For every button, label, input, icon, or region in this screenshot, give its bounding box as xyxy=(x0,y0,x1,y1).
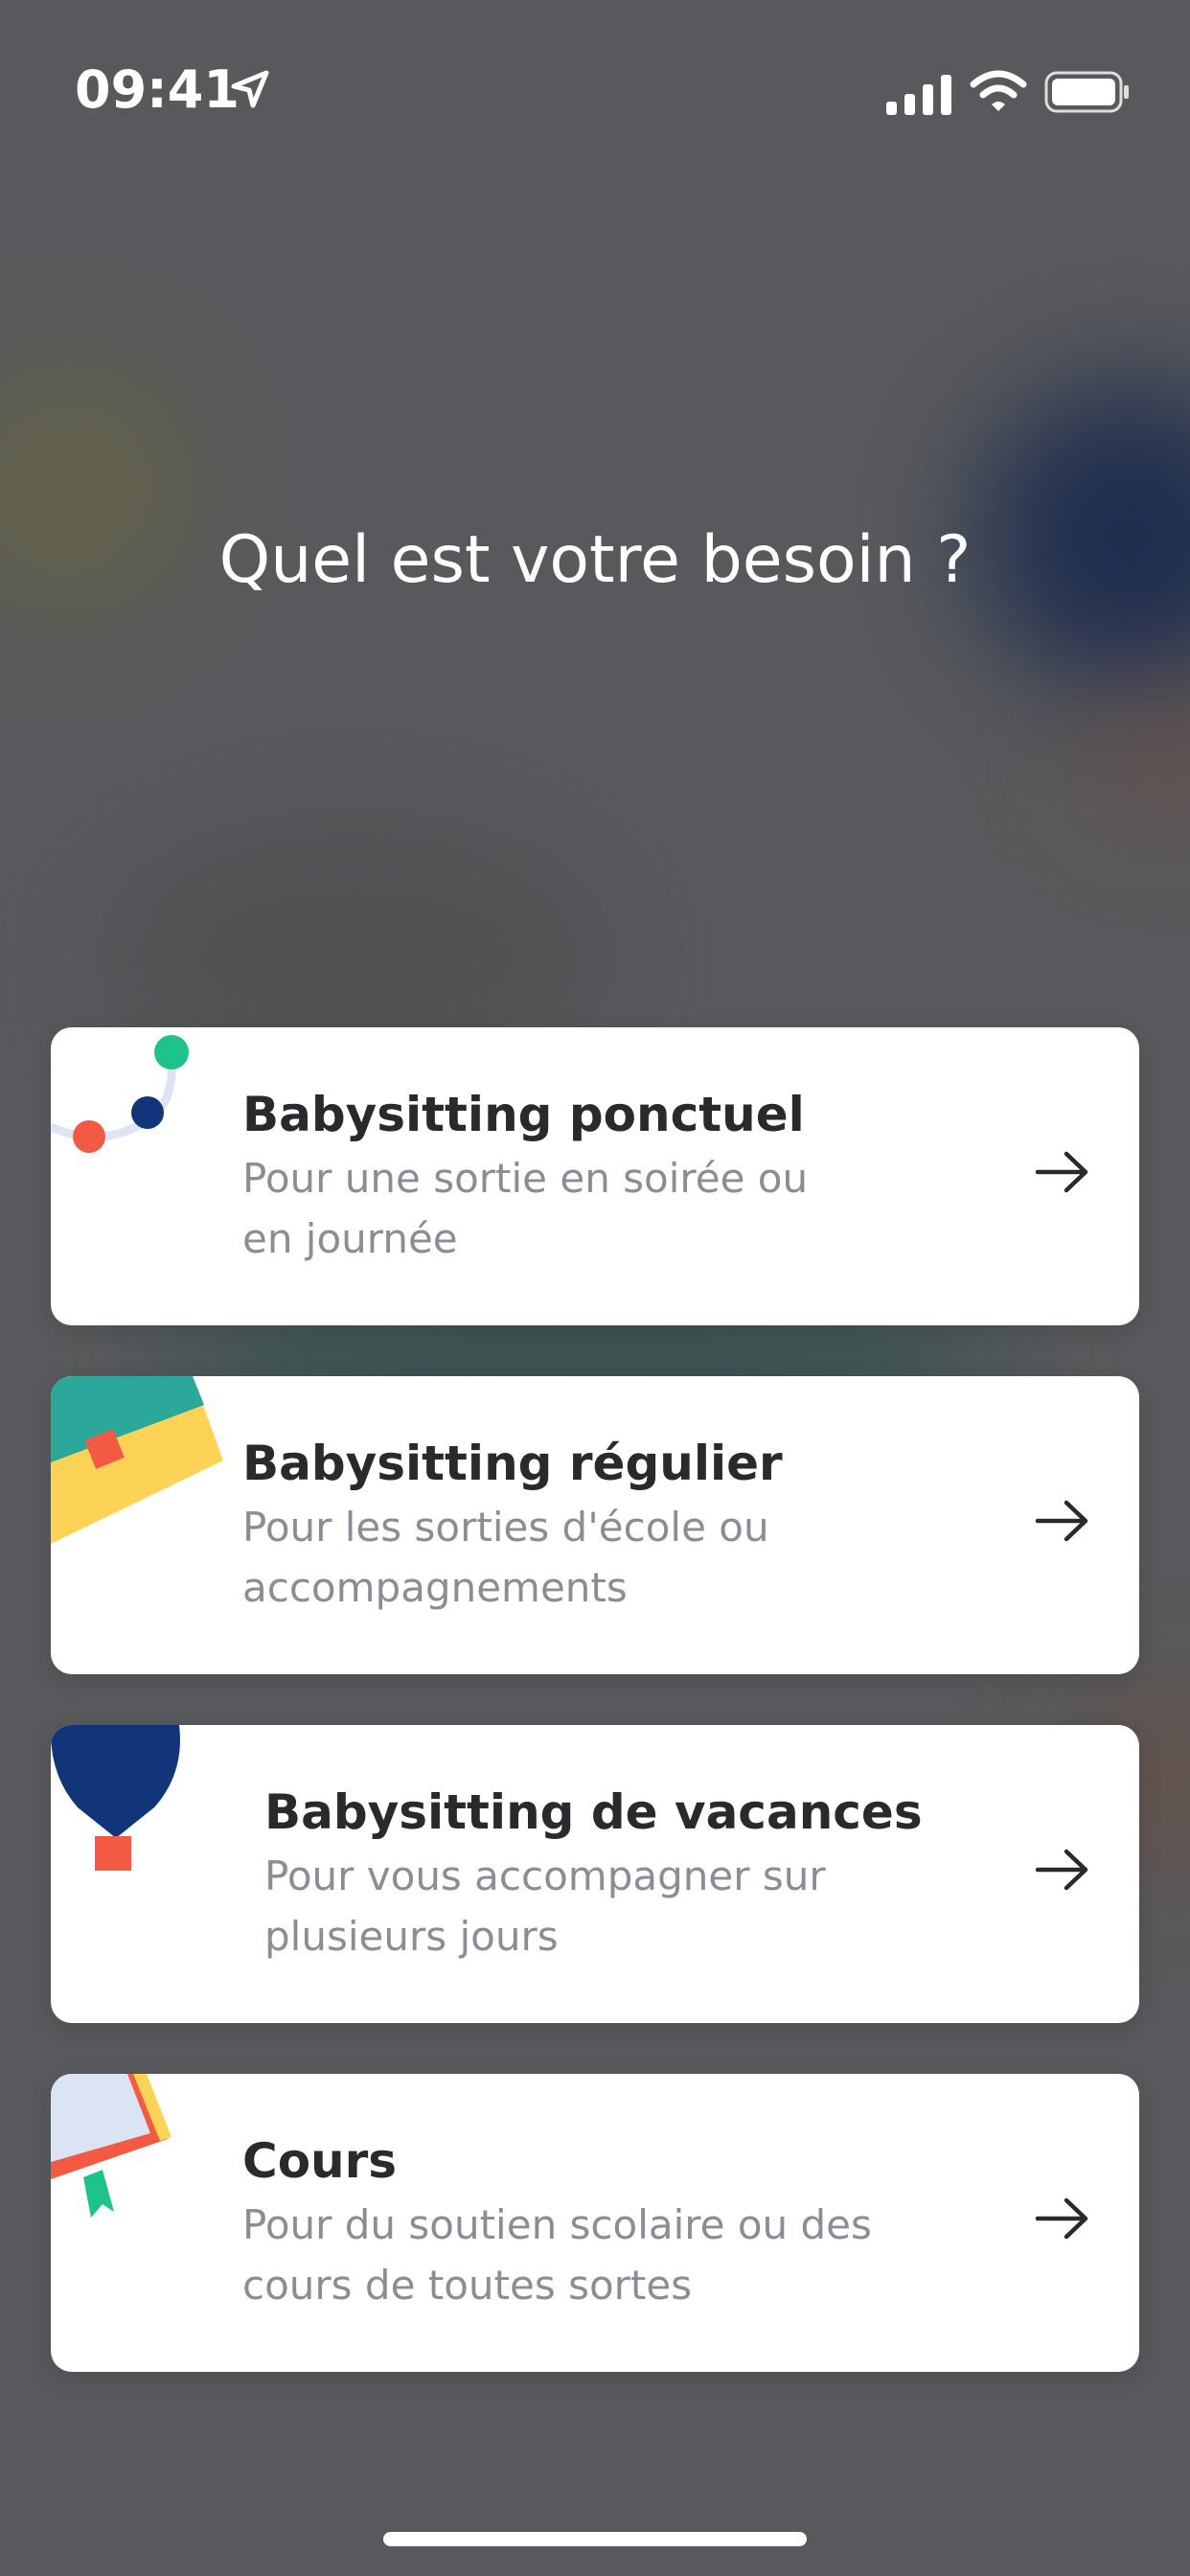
dots-timeline-icon xyxy=(51,1027,242,1184)
card-text: Cours Pour du soutien scolaire ou des co… xyxy=(242,2131,971,2315)
cellular-signal-icon xyxy=(886,75,951,119)
card-description-line-1: Pour vous accompagner sur xyxy=(264,1852,826,1899)
card-title: Babysitting régulier xyxy=(242,1436,783,1491)
status-bar: 09:41 xyxy=(0,0,1190,192)
option-card-ponctuel[interactable]: Babysitting ponctuel Pour une sortie en … xyxy=(51,1027,1139,1325)
card-title: Babysitting ponctuel xyxy=(242,1087,805,1142)
option-card-vacances[interactable]: Babysitting de vacances Pour vous accomp… xyxy=(51,1725,1139,2023)
background-blob xyxy=(1073,690,1190,824)
arrow-right-icon xyxy=(1034,1846,1091,1898)
arrow-right-icon xyxy=(1034,1497,1091,1549)
arrow-right-icon xyxy=(1034,1148,1091,1200)
card-description-line-2: plusieurs jours xyxy=(264,1913,559,1960)
card-description-line-2: cours de toutes sortes xyxy=(242,2262,693,2309)
card-description-line-1: Pour une sortie en soirée ou xyxy=(242,1155,809,1202)
location-arrow-icon xyxy=(228,67,272,115)
wifi-icon xyxy=(970,69,1027,117)
page-title: Quel est votre besoin ? xyxy=(218,522,972,598)
card-text: Babysitting de vacances Pour vous accomp… xyxy=(264,1782,993,1966)
option-card-cours[interactable]: Cours Pour du soutien scolaire ou des co… xyxy=(51,2074,1139,2372)
card-description-line-2: en journée xyxy=(242,1215,458,1262)
card-description-line-1: Pour du soutien scolaire ou des xyxy=(242,2201,872,2248)
card-text: Babysitting régulier Pour les sorties d'… xyxy=(242,1434,971,1618)
card-title: Babysitting de vacances xyxy=(264,1784,923,1840)
option-card-regulier[interactable]: Babysitting régulier Pour les sorties d'… xyxy=(51,1376,1139,1674)
status-time: 09:41 xyxy=(75,59,240,120)
calendar-icon xyxy=(51,1376,242,1552)
battery-icon xyxy=(1044,71,1131,117)
arrow-right-icon xyxy=(1034,2195,1091,2246)
card-description-line-2: accompagnements xyxy=(242,1564,628,1611)
home-indicator[interactable] xyxy=(383,2532,807,2546)
hot-air-balloon-icon xyxy=(51,1725,242,1901)
card-title: Cours xyxy=(242,2133,398,2189)
card-text: Babysitting ponctuel Pour une sortie en … xyxy=(242,1085,971,1269)
card-description-line-1: Pour les sorties d'école ou xyxy=(242,1504,769,1551)
book-icon xyxy=(51,2074,242,2250)
